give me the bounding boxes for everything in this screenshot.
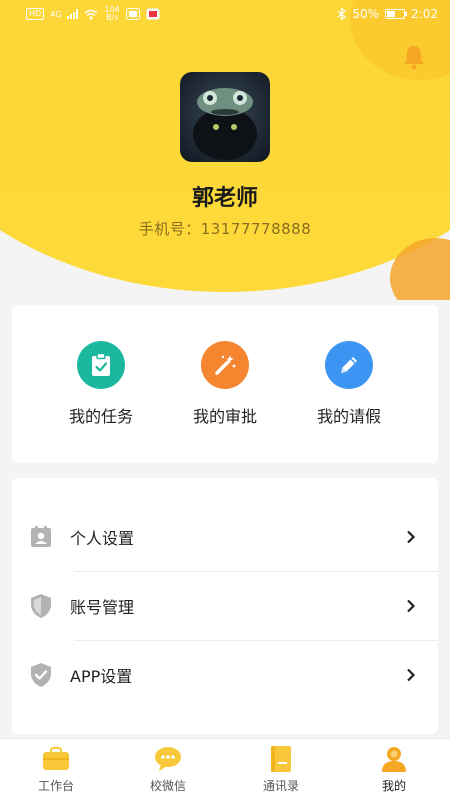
chevron-right-icon bbox=[407, 530, 416, 544]
wifi-icon bbox=[85, 9, 98, 19]
notification-app-icon-2 bbox=[146, 8, 160, 20]
pencil-icon bbox=[325, 341, 373, 389]
tab-label: 校微信 bbox=[149, 779, 186, 793]
settings-row-label: 账号管理 bbox=[70, 598, 135, 617]
phone-label: 手机号： bbox=[138, 220, 201, 238]
settings-list-card: 个人设置 账号管理 APP设置 bbox=[12, 478, 438, 734]
profile-name: 郭老师 bbox=[191, 186, 258, 211]
quick-action-label: 我的任务 bbox=[68, 407, 133, 426]
phone-number: 13177778888 bbox=[200, 220, 312, 238]
bell-icon[interactable] bbox=[402, 44, 426, 70]
status-bar-left: HD 4G 104 B/s bbox=[26, 6, 160, 22]
settings-row-app[interactable]: APP设置 bbox=[12, 641, 438, 709]
chevron-right-icon bbox=[407, 668, 416, 682]
network-type: 4G bbox=[50, 9, 62, 19]
contacts-book-icon bbox=[266, 745, 296, 773]
chat-bubble-icon bbox=[153, 745, 183, 773]
magic-wand-icon bbox=[201, 341, 249, 389]
settings-row-account[interactable]: 账号管理 bbox=[12, 572, 438, 640]
notification-app-icon bbox=[125, 8, 140, 20]
tab-label: 我的 bbox=[381, 779, 406, 793]
signal-icon bbox=[67, 9, 79, 19]
settings-row-label: 个人设置 bbox=[70, 529, 135, 548]
quick-action-my-approvals[interactable]: 我的审批 bbox=[170, 341, 280, 427]
network-speed: 104 B/s bbox=[104, 6, 119, 22]
clipboard-check-icon bbox=[77, 341, 125, 389]
tab-workbench[interactable]: 工作台 bbox=[16, 745, 96, 794]
shield-check-icon bbox=[28, 662, 54, 688]
settings-row-personal[interactable]: 个人设置 bbox=[12, 503, 438, 571]
status-time: 2:02 bbox=[411, 7, 438, 21]
bottom-tab-bar: 工作台 校微信 通讯录 我的 bbox=[0, 738, 450, 800]
profile-phone: 手机号：13177778888 bbox=[0, 218, 450, 239]
quick-action-my-leave[interactable]: 我的请假 bbox=[294, 341, 404, 427]
tab-school-wechat[interactable]: 校微信 bbox=[128, 745, 208, 794]
speed-unit: B/s bbox=[105, 13, 119, 22]
avatar-cat-image bbox=[193, 88, 257, 160]
chevron-right-icon bbox=[407, 599, 416, 613]
tab-contacts[interactable]: 通讯录 bbox=[241, 745, 321, 794]
avatar[interactable] bbox=[180, 72, 270, 162]
battery-percent: 50% bbox=[352, 7, 380, 21]
person-icon bbox=[379, 745, 409, 773]
tab-mine[interactable]: 我的 bbox=[354, 745, 434, 794]
status-bar-right: 50% 2:02 bbox=[337, 7, 438, 21]
bluetooth-icon bbox=[337, 8, 347, 20]
tab-label: 工作台 bbox=[37, 779, 74, 793]
battery-icon bbox=[385, 9, 408, 19]
settings-row-label: APP设置 bbox=[70, 667, 133, 686]
shield-icon bbox=[28, 593, 54, 619]
id-card-icon bbox=[28, 524, 54, 550]
tab-label: 通讯录 bbox=[262, 779, 299, 793]
status-bar: HD 4G 104 B/s 50% 2:02 bbox=[0, 0, 450, 28]
briefcase-icon bbox=[41, 745, 71, 773]
quick-action-label: 我的审批 bbox=[192, 407, 257, 426]
quick-action-label: 我的请假 bbox=[316, 407, 381, 426]
quick-actions-card: 我的任务 我的审批 我的请假 bbox=[12, 305, 438, 463]
quick-action-my-tasks[interactable]: 我的任务 bbox=[46, 341, 156, 427]
network-badge: HD bbox=[26, 8, 45, 20]
